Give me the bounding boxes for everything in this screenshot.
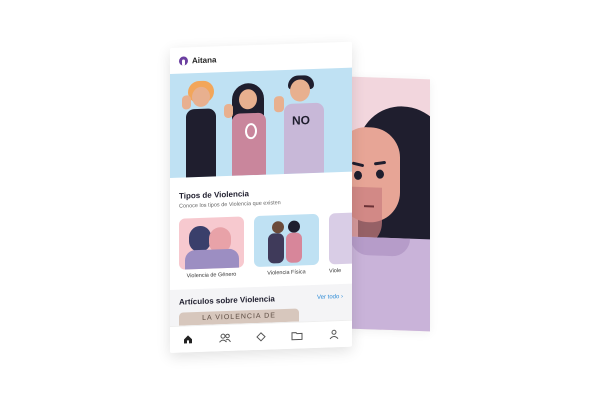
card-image: [329, 211, 352, 265]
type-card-fisica[interactable]: Violencia Física: [254, 213, 319, 277]
type-card-partial[interactable]: Viole: [329, 211, 352, 274]
illustration-mouth: [364, 205, 374, 208]
card-image: [254, 213, 319, 268]
types-section: Tipos de Violencia Conoce los tipos de V…: [170, 186, 352, 210]
app-name: Aitana: [192, 54, 217, 65]
card-image: [179, 216, 244, 270]
see-all-link[interactable]: Ver todo ›: [317, 293, 343, 300]
illustration-eye: [376, 169, 384, 179]
types-carousel[interactable]: Violencia de Género Violencia Física Vio…: [170, 211, 352, 280]
users-icon[interactable]: [218, 331, 232, 345]
articles-title: Artículos sobre Violencia: [179, 294, 275, 307]
card-label: Violencia de Género: [186, 271, 237, 280]
home-icon[interactable]: [181, 332, 195, 346]
app-logo-icon: [179, 55, 188, 66]
card-label: Viole: [329, 268, 342, 275]
profile-icon[interactable]: [327, 327, 341, 341]
bottom-nav: [170, 319, 352, 353]
diamond-icon[interactable]: [254, 330, 268, 344]
illustration-eye: [354, 170, 362, 181]
card-label: Violencia Física: [267, 269, 306, 277]
hero-illustration: NO: [170, 67, 352, 178]
type-card-genero[interactable]: Violencia de Género: [179, 216, 244, 279]
hero-sign-text: NO: [292, 113, 310, 128]
illustration-panel: [350, 76, 430, 332]
folder-icon[interactable]: [290, 328, 304, 342]
phone-screen: Aitana NO Tipos de Violencia Conoce los …: [170, 41, 352, 354]
